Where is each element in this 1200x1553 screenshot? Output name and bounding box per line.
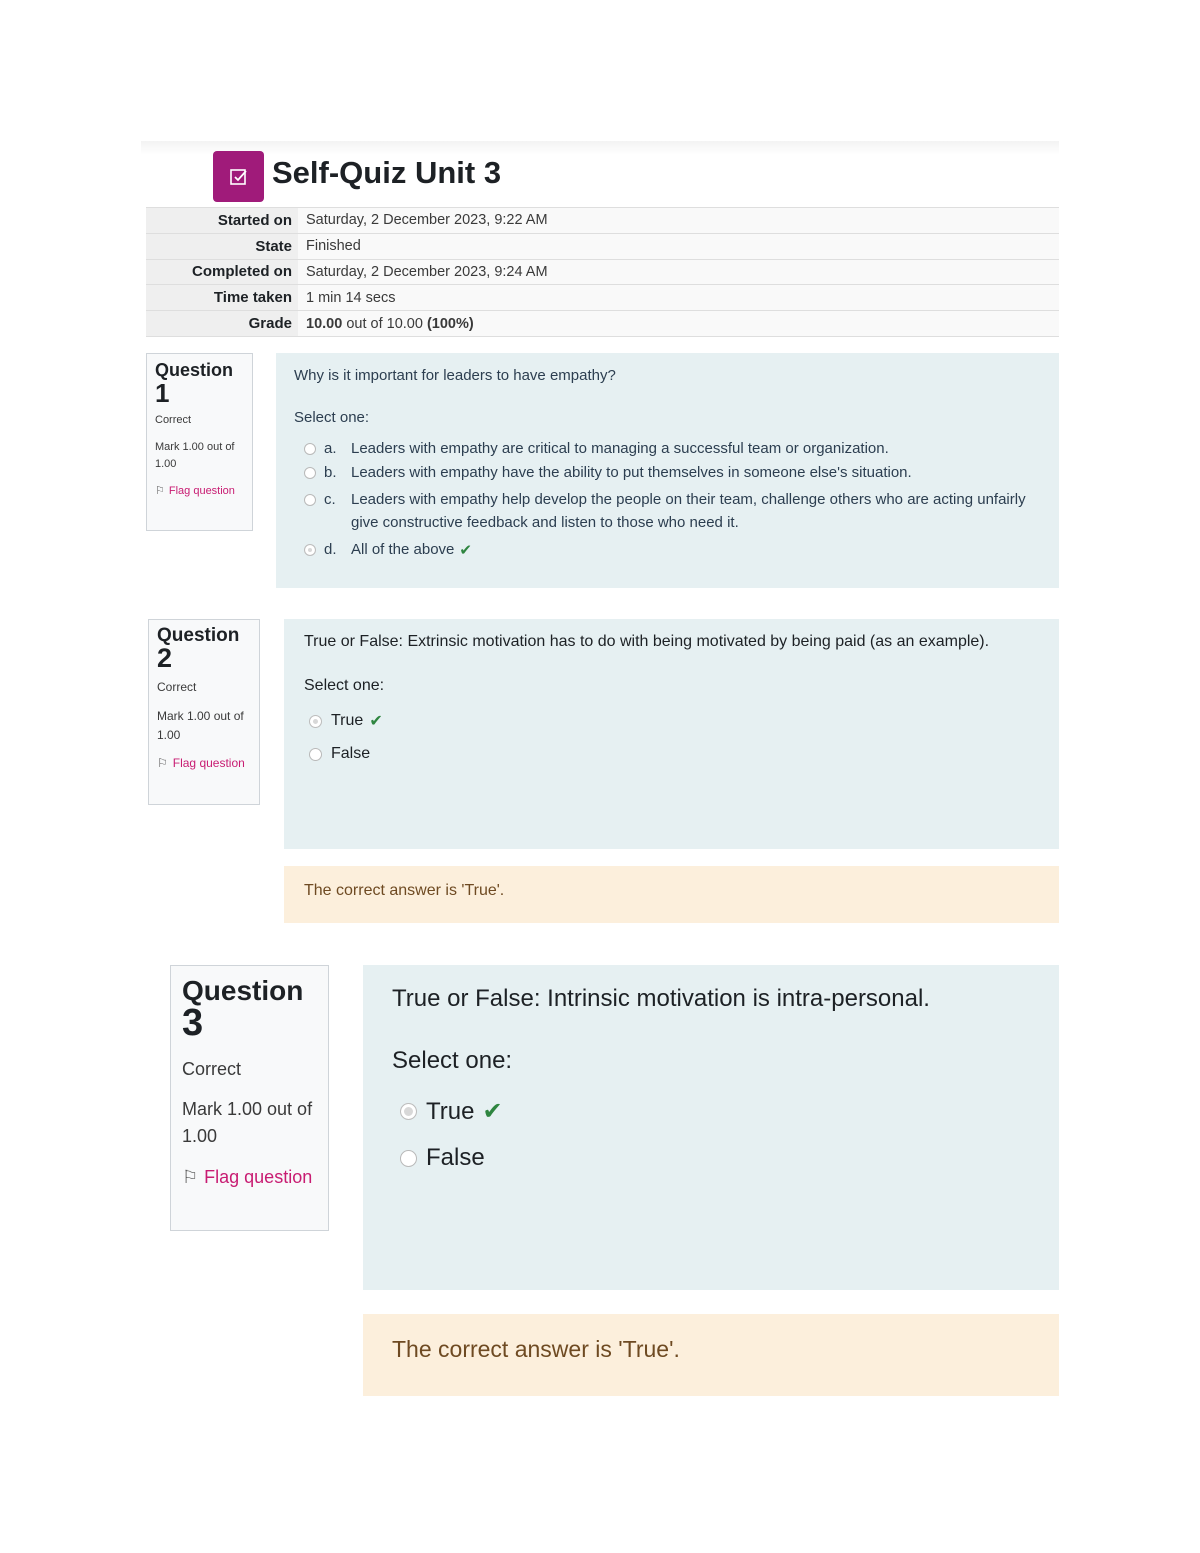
question-1-content: Why is it important for leaders to have … — [276, 353, 1059, 588]
radio-button[interactable] — [304, 443, 316, 455]
flag-icon: ⚐ — [155, 485, 165, 497]
answer-options: True ✔ False — [392, 1097, 1030, 1172]
question-text: Why is it important for leaders to have … — [294, 367, 616, 384]
summary-label: Started on — [146, 207, 298, 234]
question-2-content: True or False: Extrinsic motivation has … — [284, 619, 1059, 849]
option-text: False — [331, 745, 371, 762]
answer-options: a. Leaders with empathy are critical to … — [294, 440, 1041, 559]
grade-score: 10.00 — [306, 315, 343, 332]
answer-option-true[interactable]: True ✔ — [392, 1097, 1030, 1126]
answer-option-a[interactable]: a. Leaders with empathy are critical to … — [294, 440, 1041, 457]
summary-label: Time taken — [146, 284, 298, 311]
option-text: Leaders with empathy are critical to man… — [351, 440, 889, 457]
question-text: True or False: Extrinsic motivation has … — [304, 633, 990, 650]
option-text: Leaders with empathy help develop the pe… — [351, 491, 1026, 531]
question-1-info: Question 1 Correct Mark 1.00 out of 1.00… — [146, 353, 253, 531]
summary-value: 1 min 14 secs — [298, 284, 1059, 311]
question-3-info: Question 3 Correct Mark 1.00 out of 1.00… — [170, 965, 329, 1231]
flag-question-link[interactable]: ⚐ Flag question — [155, 483, 244, 500]
grade-percent: (100%) — [426, 315, 474, 332]
summary-row: Time taken 1 min 14 secs — [146, 284, 1059, 311]
question-heading: Question 2 — [157, 626, 251, 673]
quiz-checkbox-icon — [213, 151, 264, 202]
correct-check-icon: ✔ — [459, 542, 472, 559]
radio-button[interactable] — [304, 467, 316, 479]
summary-label: Completed on — [146, 258, 298, 285]
flag-question-label: Flag question — [172, 756, 245, 770]
question-heading: Question 1 — [155, 360, 244, 408]
correct-answer-feedback: The correct answer is 'True'. — [284, 866, 1059, 923]
answer-option-c[interactable]: c. Leaders with empathy help develop the… — [294, 488, 1041, 534]
flag-question-label: Flag question — [204, 1167, 313, 1187]
answer-options: True ✔ False — [304, 711, 1039, 763]
flag-question-link[interactable]: ⚐ Flag question — [157, 754, 251, 773]
correct-check-icon: ✔ — [482, 1098, 503, 1125]
summary-value: Saturday, 2 December 2023, 9:24 AM — [298, 258, 1059, 285]
question-status: Correct — [155, 414, 192, 426]
answer-option-true[interactable]: True ✔ — [304, 711, 1039, 731]
summary-row: State Finished — [146, 232, 1059, 260]
select-one-prompt: Select one: — [304, 677, 385, 694]
summary-row-grade: Grade 10.00 out of 10.00 (100%) — [146, 310, 1059, 337]
option-letter: d. — [324, 541, 337, 558]
option-letter: b. — [324, 464, 337, 481]
flag-icon: ⚐ — [182, 1167, 199, 1187]
option-text: All of the above — [351, 541, 455, 558]
radio-button[interactable] — [309, 747, 322, 761]
grade-value: 10.00 out of 10.00 (100%) — [298, 310, 1059, 337]
question-heading: Question 3 — [182, 976, 317, 1044]
summary-value: Finished — [298, 232, 1059, 260]
option-text: True — [331, 712, 364, 729]
option-letter: c. — [324, 491, 336, 508]
select-one-prompt: Select one: — [294, 409, 370, 426]
summary-value: Saturday, 2 December 2023, 9:22 AM — [298, 207, 1059, 234]
correct-answer-feedback: The correct answer is 'True'. — [363, 1314, 1059, 1396]
flag-question-link[interactable]: ⚐ Flag question — [182, 1164, 317, 1191]
question-2-info: Question 2 Correct Mark 1.00 out of 1.00… — [148, 619, 260, 805]
grade-out-of: out of 10.00 — [346, 315, 423, 332]
summary-row: Started on Saturday, 2 December 2023, 9:… — [146, 207, 1059, 234]
question-mark: Mark 1.00 out of 1.00 — [182, 1099, 313, 1146]
grade-label: Grade — [146, 310, 298, 337]
option-text: True — [426, 1097, 475, 1125]
summary-row: Completed on Saturday, 2 December 2023, … — [146, 258, 1059, 285]
question-mark: Mark 1.00 out of 1.00 — [155, 441, 235, 470]
radio-button[interactable] — [304, 494, 316, 506]
question-number: 3 — [182, 1002, 204, 1044]
flag-icon: ⚐ — [157, 756, 168, 770]
radio-button-selected[interactable] — [304, 544, 316, 556]
option-text: False — [426, 1144, 485, 1171]
question-number: 1 — [155, 378, 170, 408]
question-number: 2 — [157, 643, 173, 673]
question-3-content: True or False: Intrinsic motivation is i… — [363, 965, 1059, 1290]
radio-button-selected[interactable] — [400, 1103, 417, 1120]
question-status: Correct — [157, 680, 197, 694]
option-text: Leaders with empathy have the ability to… — [351, 464, 912, 481]
radio-button[interactable] — [400, 1149, 417, 1167]
answer-option-d[interactable]: d. All of the above ✔ — [294, 541, 1041, 559]
select-one-prompt: Select one: — [392, 1047, 513, 1074]
page-title: Self-Quiz Unit 3 — [272, 155, 502, 190]
answer-option-false[interactable]: False — [392, 1144, 1030, 1172]
option-letter: a. — [324, 440, 337, 457]
attempt-summary-table: Started on Saturday, 2 December 2023, 9:… — [146, 207, 1059, 337]
summary-label: State — [146, 232, 298, 260]
radio-button-selected[interactable] — [309, 714, 322, 728]
answer-option-false[interactable]: False — [304, 745, 1039, 763]
correct-check-icon: ✔ — [369, 713, 383, 730]
flag-question-label: Flag question — [168, 485, 235, 497]
question-text: True or False: Intrinsic motivation is i… — [392, 985, 930, 1012]
question-mark: Mark 1.00 out of 1.00 — [157, 709, 244, 742]
answer-option-b[interactable]: b. Leaders with empathy have the ability… — [294, 464, 1041, 481]
question-status: Correct — [182, 1059, 242, 1079]
